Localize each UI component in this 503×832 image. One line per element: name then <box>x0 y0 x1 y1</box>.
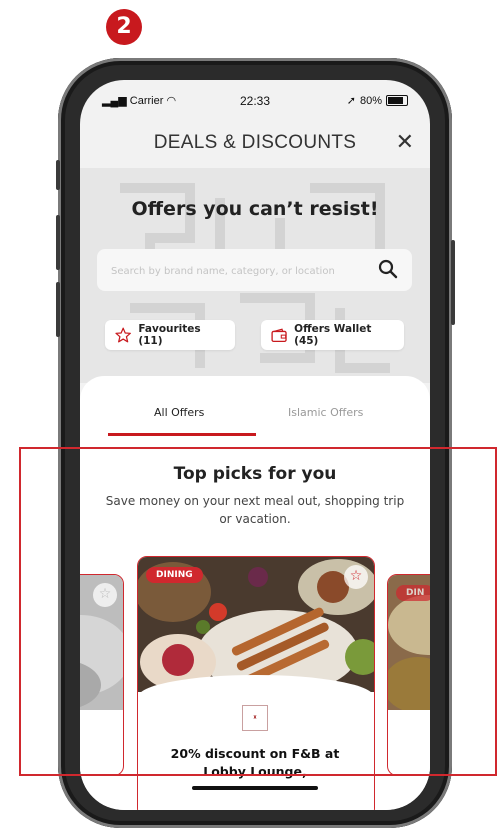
favourites-label: Favourites (11) <box>138 323 201 347</box>
status-bar: ▂▄▆ Carrier ◠ 22:33 ➚ 80% <box>80 80 430 118</box>
tab-islamic-offers[interactable]: Islamic Offers <box>288 406 363 419</box>
search-input[interactable] <box>97 249 373 293</box>
star-outline-icon <box>115 327 131 343</box>
favourites-button[interactable]: Favourites (11) <box>105 320 235 350</box>
home-indicator <box>192 786 318 790</box>
location-arrow-icon: ➚ <box>346 95 356 107</box>
page-title: DEALS & DISCOUNTS <box>153 132 357 153</box>
battery-percent: 80% <box>359 94 382 107</box>
offers-wallet-button[interactable]: Offers Wallet (45) <box>261 320 404 350</box>
step-number-badge: 2 <box>106 9 142 45</box>
search-icon[interactable] <box>378 259 398 279</box>
phone-volume-down-button <box>56 282 60 337</box>
page-header: DEALS & DISCOUNTS ✕ <box>80 118 430 168</box>
hero-title: Offers you can’t resist! <box>131 198 379 220</box>
offer-tabs: All Offers Islamic Offers <box>80 376 430 436</box>
close-icon[interactable]: ✕ <box>396 130 414 155</box>
offers-wallet-label: Offers Wallet (45) <box>294 323 372 347</box>
hero-banner: Offers you can’t resist! Favourites (11)… <box>80 168 430 383</box>
highlight-frame <box>19 447 497 776</box>
battery-indicator: ➚ 80% <box>347 94 408 107</box>
battery-icon <box>386 95 408 106</box>
phone-volume-up-button <box>56 215 60 270</box>
search-bar[interactable] <box>97 249 412 293</box>
tab-all-offers[interactable]: All Offers <box>154 406 204 419</box>
phone-side-button <box>56 160 60 190</box>
active-tab-indicator <box>108 433 256 436</box>
phone-power-button <box>451 240 455 325</box>
wallet-icon <box>271 328 287 342</box>
